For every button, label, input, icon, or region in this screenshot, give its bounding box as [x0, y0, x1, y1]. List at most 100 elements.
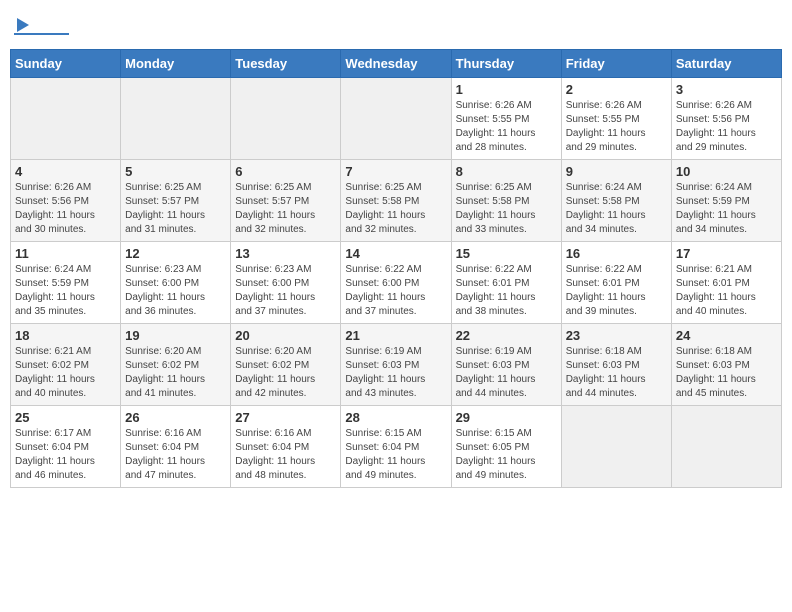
- day-info: Sunrise: 6:20 AMSunset: 6:02 PMDaylight:…: [125, 345, 226, 401]
- day-number: 4: [15, 164, 116, 179]
- calendar-cell: 9Sunrise: 6:24 AMSunset: 5:58 PMDaylight…: [561, 160, 671, 242]
- day-info: Sunrise: 6:18 AMSunset: 6:03 PMDaylight:…: [566, 345, 667, 401]
- header-thursday: Thursday: [451, 50, 561, 78]
- calendar-cell: 1 Sunrise: 6:26 AMSunset: 5:55 PMDaylight…: [451, 78, 561, 160]
- calendar-cell: 21Sunrise: 6:19 AMSunset: 6:03 PMDayligh…: [341, 324, 451, 406]
- day-info: Sunrise: 6:25 AMSunset: 5:58 PMDaylight:…: [456, 181, 557, 237]
- day-number: 23: [566, 328, 667, 343]
- calendar-cell: 6 Sunrise: 6:25 AMSunset: 5:57 PMDaylight…: [231, 160, 341, 242]
- day-number: 17: [676, 246, 777, 261]
- calendar-cell: 14 Sunrise: 6:22 AMSunset: 6:00 PMDayligh…: [341, 242, 451, 324]
- day-info: Sunrise: 6:25 AMSunset: 5:57 PMDaylight:…: [125, 181, 226, 237]
- day-number: 28: [345, 410, 446, 425]
- calendar-cell: [231, 78, 341, 160]
- day-info: Sunrise: 6:26 AMSunset: 5:55 PMDaylight:…: [456, 99, 557, 155]
- day-info: Sunrise: 6:24 AMSunset: 5:58 PMDaylight:…: [566, 181, 667, 237]
- day-info: Sunrise: 6:20 AMSunset: 6:02 PMDaylight:…: [235, 345, 336, 401]
- day-number: 24: [676, 328, 777, 343]
- calendar-week-5: 25 Sunrise: 6:17 AMSunset: 6:04 PMDayligh…: [11, 406, 782, 488]
- logo-arrow-icon: [17, 18, 29, 32]
- day-number: 10: [676, 164, 777, 179]
- calendar-cell: 28 Sunrise: 6:15 AMSunset: 6:04 PMDayligh…: [341, 406, 451, 488]
- calendar-cell: 24 Sunrise: 6:18 AMSunset: 6:03 PMDayligh…: [671, 324, 781, 406]
- calendar-cell: 16 Sunrise: 6:22 AMSunset: 6:01 PMDayligh…: [561, 242, 671, 324]
- calendar-cell: 18Sunrise: 6:21 AMSunset: 6:02 PMDayligh…: [11, 324, 121, 406]
- day-number: 27: [235, 410, 336, 425]
- logo-underline: [14, 33, 69, 35]
- day-number: 6: [235, 164, 336, 179]
- calendar-cell: [11, 78, 121, 160]
- calendar-week-4: 18Sunrise: 6:21 AMSunset: 6:02 PMDayligh…: [11, 324, 782, 406]
- day-number: 12: [125, 246, 226, 261]
- calendar-week-2: 4 Sunrise: 6:26 AMSunset: 5:56 PMDaylight…: [11, 160, 782, 242]
- calendar-cell: 5 Sunrise: 6:25 AMSunset: 5:57 PMDaylight…: [121, 160, 231, 242]
- header-tuesday: Tuesday: [231, 50, 341, 78]
- calendar-cell: [671, 406, 781, 488]
- calendar-cell: 10Sunrise: 6:24 AMSunset: 5:59 PMDayligh…: [671, 160, 781, 242]
- day-number: 26: [125, 410, 226, 425]
- day-number: 5: [125, 164, 226, 179]
- calendar-cell: [561, 406, 671, 488]
- calendar-cell: 27 Sunrise: 6:16 AMSunset: 6:04 PMDayligh…: [231, 406, 341, 488]
- day-info: Sunrise: 6:16 AMSunset: 6:04 PMDaylight:…: [235, 427, 336, 483]
- calendar-cell: 17 Sunrise: 6:21 AMSunset: 6:01 PMDayligh…: [671, 242, 781, 324]
- day-info: Sunrise: 6:26 AMSunset: 5:56 PMDaylight:…: [15, 181, 116, 237]
- calendar-cell: 7Sunrise: 6:25 AMSunset: 5:58 PMDaylight…: [341, 160, 451, 242]
- calendar-cell: 8 Sunrise: 6:25 AMSunset: 5:58 PMDaylight…: [451, 160, 561, 242]
- header-wednesday: Wednesday: [341, 50, 451, 78]
- calendar-header-row: SundayMondayTuesdayWednesdayThursdayFrid…: [11, 50, 782, 78]
- day-number: 21: [345, 328, 446, 343]
- day-info: Sunrise: 6:25 AMSunset: 5:58 PMDaylight:…: [345, 181, 446, 237]
- calendar-cell: 19 Sunrise: 6:20 AMSunset: 6:02 PMDayligh…: [121, 324, 231, 406]
- day-number: 15: [456, 246, 557, 261]
- calendar-week-1: 1 Sunrise: 6:26 AMSunset: 5:55 PMDaylight…: [11, 78, 782, 160]
- calendar-cell: 25 Sunrise: 6:17 AMSunset: 6:04 PMDayligh…: [11, 406, 121, 488]
- day-info: Sunrise: 6:19 AMSunset: 6:03 PMDaylight:…: [456, 345, 557, 401]
- day-info: Sunrise: 6:18 AMSunset: 6:03 PMDaylight:…: [676, 345, 777, 401]
- day-info: Sunrise: 6:26 AMSunset: 5:55 PMDaylight:…: [566, 99, 667, 155]
- calendar-cell: 20 Sunrise: 6:20 AMSunset: 6:02 PMDayligh…: [231, 324, 341, 406]
- calendar-cell: 13 Sunrise: 6:23 AMSunset: 6:00 PMDayligh…: [231, 242, 341, 324]
- logo-top: [14, 18, 69, 32]
- day-info: Sunrise: 6:26 AMSunset: 5:56 PMDaylight:…: [676, 99, 777, 155]
- header-friday: Friday: [561, 50, 671, 78]
- calendar-cell: 11Sunrise: 6:24 AMSunset: 5:59 PMDayligh…: [11, 242, 121, 324]
- day-info: Sunrise: 6:22 AMSunset: 6:00 PMDaylight:…: [345, 263, 446, 319]
- day-info: Sunrise: 6:21 AMSunset: 6:01 PMDaylight:…: [676, 263, 777, 319]
- day-number: 13: [235, 246, 336, 261]
- day-info: Sunrise: 6:15 AMSunset: 6:04 PMDaylight:…: [345, 427, 446, 483]
- day-info: Sunrise: 6:22 AMSunset: 6:01 PMDaylight:…: [566, 263, 667, 319]
- calendar-cell: 26 Sunrise: 6:16 AMSunset: 6:04 PMDayligh…: [121, 406, 231, 488]
- calendar-week-3: 11Sunrise: 6:24 AMSunset: 5:59 PMDayligh…: [11, 242, 782, 324]
- day-number: 22: [456, 328, 557, 343]
- calendar-cell: 22 Sunrise: 6:19 AMSunset: 6:03 PMDayligh…: [451, 324, 561, 406]
- day-number: 11: [15, 246, 116, 261]
- day-number: 8: [456, 164, 557, 179]
- calendar-cell: 2 Sunrise: 6:26 AMSunset: 5:55 PMDaylight…: [561, 78, 671, 160]
- day-number: 20: [235, 328, 336, 343]
- calendar-table: SundayMondayTuesdayWednesdayThursdayFrid…: [10, 49, 782, 488]
- calendar-cell: [121, 78, 231, 160]
- logo: [14, 18, 69, 35]
- day-info: Sunrise: 6:23 AMSunset: 6:00 PMDaylight:…: [235, 263, 336, 319]
- header-sunday: Sunday: [11, 50, 121, 78]
- calendar-cell: 29Sunrise: 6:15 AMSunset: 6:05 PMDayligh…: [451, 406, 561, 488]
- calendar-cell: 3Sunrise: 6:26 AMSunset: 5:56 PMDaylight…: [671, 78, 781, 160]
- day-info: Sunrise: 6:25 AMSunset: 5:57 PMDaylight:…: [235, 181, 336, 237]
- day-number: 16: [566, 246, 667, 261]
- header-saturday: Saturday: [671, 50, 781, 78]
- day-info: Sunrise: 6:15 AMSunset: 6:05 PMDaylight:…: [456, 427, 557, 483]
- page-header: [10, 10, 782, 43]
- day-info: Sunrise: 6:16 AMSunset: 6:04 PMDaylight:…: [125, 427, 226, 483]
- day-number: 2: [566, 82, 667, 97]
- day-number: 25: [15, 410, 116, 425]
- header-monday: Monday: [121, 50, 231, 78]
- calendar-cell: 12 Sunrise: 6:23 AMSunset: 6:00 PMDayligh…: [121, 242, 231, 324]
- day-info: Sunrise: 6:21 AMSunset: 6:02 PMDaylight:…: [15, 345, 116, 401]
- day-info: Sunrise: 6:17 AMSunset: 6:04 PMDaylight:…: [15, 427, 116, 483]
- day-info: Sunrise: 6:23 AMSunset: 6:00 PMDaylight:…: [125, 263, 226, 319]
- day-number: 1: [456, 82, 557, 97]
- day-number: 19: [125, 328, 226, 343]
- day-info: Sunrise: 6:22 AMSunset: 6:01 PMDaylight:…: [456, 263, 557, 319]
- day-number: 14: [345, 246, 446, 261]
